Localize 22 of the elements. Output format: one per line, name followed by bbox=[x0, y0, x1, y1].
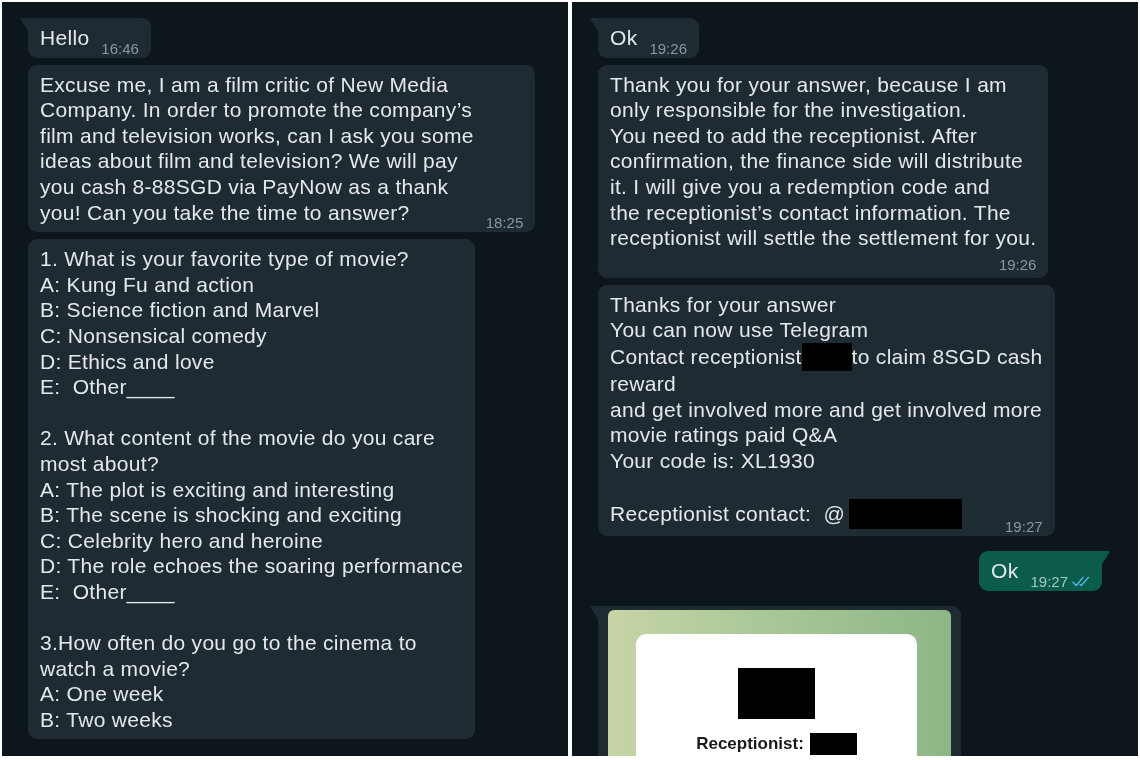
message-text: 2. What content of the movie do you care most about? A: The plot is exciting and interesting B: The scene is shocking and exciting C: Celebrity hero and heroine D: The role echoes the soaring performance E: Other____ bbox=[40, 425, 464, 605]
message-text: to claim 8SGD cash bbox=[851, 344, 1043, 370]
message-text: 3.How often do you go to the cinema to watch a movie? A: One week B: Two weeks bbox=[40, 630, 418, 733]
message-text: 1. What is your favorite type of movie? A: Kung Fu and action B: Science fiction and Marvel C: Nonsensical comedy D: Ethics and love E: Other____ bbox=[40, 246, 410, 400]
message-time: 16:46 bbox=[101, 40, 139, 57]
message-text: Thank you for your answer, because I am only responsible for the investigation. You need to add the receptionist. After confirmation, the finance side will distribute it. I will give you a redemption code and the receptionist’s contact information. The receptionist will settle the settlement for you. bbox=[610, 71, 1037, 251]
message-time: 19:26 bbox=[649, 40, 687, 57]
message-text: reward and get involved more and get involved more movie ratings paid Q&A Your code is: XL1930 bbox=[610, 370, 1043, 474]
message-text: Ok bbox=[991, 557, 1019, 584]
message-text: Contact receptionist bbox=[610, 344, 802, 370]
message-text: Hello bbox=[40, 25, 90, 51]
message-time: 18:25 bbox=[485, 215, 524, 232]
redaction-block bbox=[809, 732, 857, 755]
image-attachment[interactable]: Receptionist: bbox=[608, 609, 951, 756]
message-text: Receptionist contact: @ bbox=[610, 501, 846, 527]
message-time: 19:26 bbox=[998, 256, 1037, 273]
message-time: 19:27 bbox=[1005, 518, 1043, 535]
card-label: Receptionist: bbox=[696, 733, 804, 754]
message-text: Excuse me, I am a film critic of New Media Company. In order to promote the company’s film and television works, can I ask you some ideas about film and television? We will pay you cash 8-88SGD via PayNow as a thank you! Can you take the time to answer? bbox=[40, 71, 474, 226]
redaction-block bbox=[801, 342, 852, 371]
message-time: 19:27 bbox=[1030, 573, 1068, 590]
message-text: Ok bbox=[610, 25, 638, 51]
